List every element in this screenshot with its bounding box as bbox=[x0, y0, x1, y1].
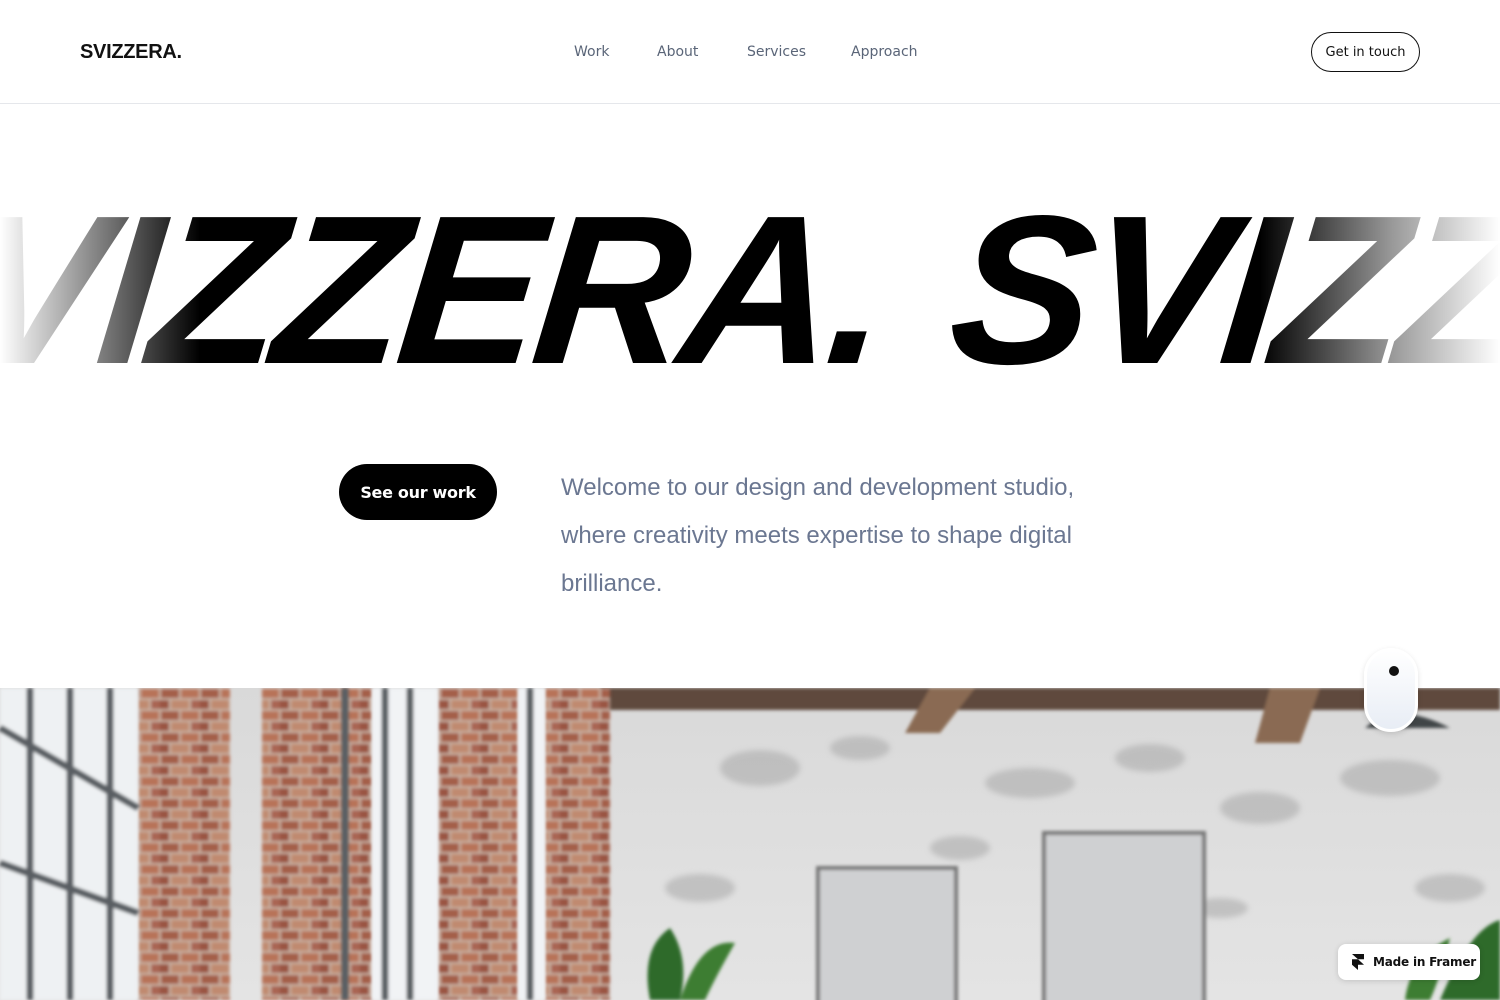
nav-link-work[interactable]: Work bbox=[574, 42, 657, 62]
main-nav: Work About Services Approach bbox=[574, 42, 918, 62]
marquee-fade-right bbox=[1260, 190, 1500, 390]
scroll-dot bbox=[1389, 666, 1399, 676]
nav-link-services[interactable]: Services bbox=[747, 42, 851, 62]
intro-text: Welcome to our design and development st… bbox=[561, 474, 1075, 597]
marquee-fade-left bbox=[0, 190, 200, 390]
brand-marquee: SVIZZERA. SVIZZERA. bbox=[0, 190, 1500, 390]
site-header: SVIZZERA. Work About Services Approach G… bbox=[0, 0, 1500, 104]
made-in-framer-badge[interactable]: Made in Framer bbox=[1338, 944, 1480, 980]
framer-logo-icon bbox=[1352, 954, 1364, 970]
nav-link-approach[interactable]: Approach bbox=[851, 42, 918, 62]
hero-image bbox=[0, 688, 1500, 1000]
get-in-touch-button[interactable]: Get in touch bbox=[1311, 32, 1420, 72]
nav-link-about[interactable]: About bbox=[657, 42, 747, 62]
scroll-indicator[interactable] bbox=[1364, 648, 1418, 732]
framer-badge-label: Made in Framer bbox=[1373, 955, 1476, 969]
see-our-work-button[interactable]: See our work bbox=[339, 464, 497, 520]
site-logo[interactable]: SVIZZERA. bbox=[80, 40, 182, 64]
